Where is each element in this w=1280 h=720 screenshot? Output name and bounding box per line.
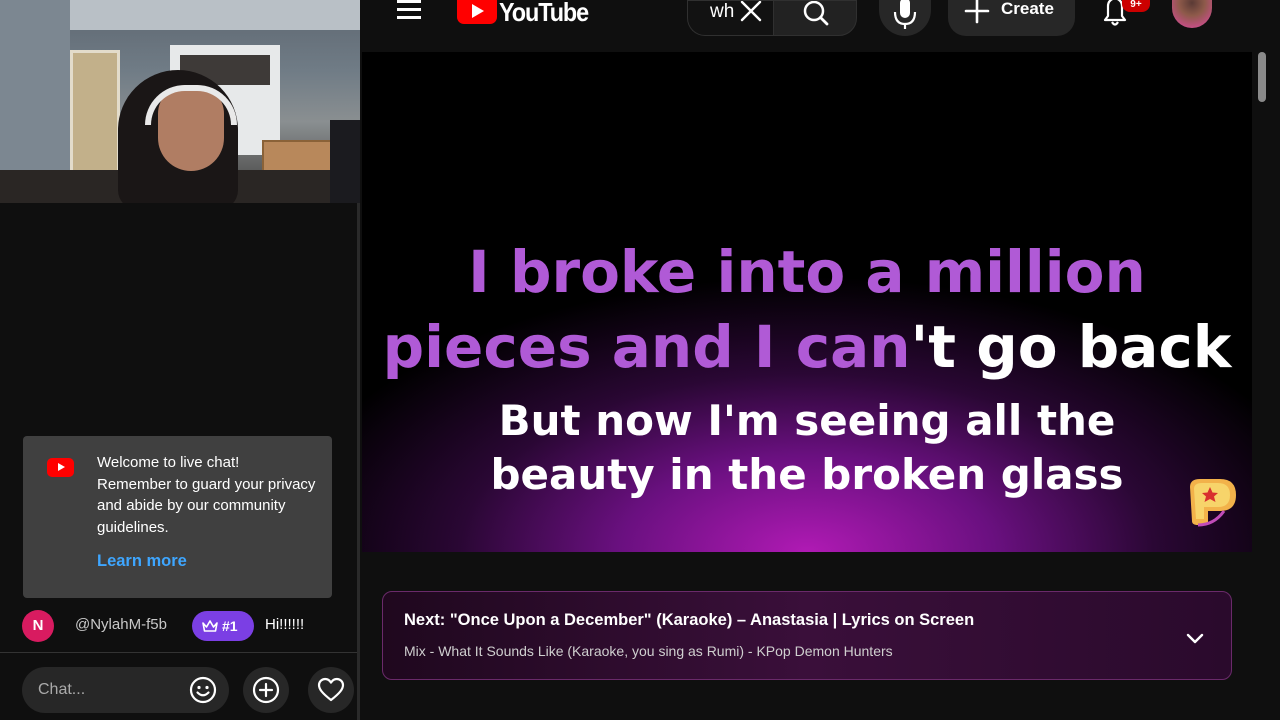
lyric-unsung: 't go back [910, 313, 1232, 381]
clear-icon[interactable] [738, 1, 764, 23]
channel-watermark-icon [1190, 479, 1236, 527]
voice-search-button[interactable] [879, 0, 931, 36]
chat-area: Welcome to live chat! Remember to guard … [0, 203, 360, 720]
scrollbar[interactable] [1258, 52, 1266, 102]
add-button[interactable] [243, 667, 289, 713]
video-player[interactable]: I broke into a million pieces and I can'… [362, 52, 1252, 552]
search-icon [803, 1, 829, 26]
create-button[interactable]: Create [948, 0, 1075, 36]
lyric-line: I broke into a million [468, 238, 1146, 306]
divider [0, 652, 357, 653]
up-next-card[interactable]: Next: "Once Upon a December" (Karaoke) –… [382, 591, 1232, 680]
watch-page: YouTube wh Create 9+ I broke into a mill… [362, 0, 1280, 720]
add-icon [252, 676, 280, 704]
chat-input[interactable] [38, 667, 178, 713]
search-query: wh [710, 1, 735, 22]
welcome-banner: Welcome to live chat! Remember to guard … [23, 436, 332, 598]
avatar[interactable]: N [22, 610, 54, 642]
mic-icon [893, 0, 917, 29]
rank-badge: #1 [192, 611, 254, 641]
webcam-feed [0, 0, 360, 203]
lyric-line: But now I'm seeing all the [498, 396, 1116, 445]
emoji-button[interactable] [180, 667, 226, 713]
rank-label: #1 [222, 618, 238, 634]
chevron-down-icon[interactable] [1183, 626, 1207, 650]
message-author[interactable]: @NylahM-f5b [75, 616, 167, 633]
live-chat-panel: Welcome to live chat! Remember to guard … [0, 0, 360, 720]
youtube-icon [47, 458, 74, 477]
lyric-line: beauty in the broken glass [490, 450, 1124, 499]
lyric-line: pieces and I can't go back [362, 310, 1252, 384]
account-avatar[interactable] [1172, 0, 1212, 28]
crown-icon [202, 620, 218, 632]
chat-message: N @NylahM-f5b #1 Hi!!!!!! [22, 610, 352, 642]
up-next-title: Next: "Once Upon a December" (Karaoke) –… [404, 611, 975, 629]
welcome-message: Welcome to live chat! Remember to guard … [97, 454, 316, 536]
logo-text: YouTube [499, 0, 589, 27]
youtube-logo[interactable]: YouTube [457, 0, 589, 28]
plus-icon [964, 0, 990, 24]
search-button[interactable] [773, 0, 857, 36]
youtube-logo-icon [457, 0, 497, 24]
top-bar: YouTube wh Create 9+ [362, 0, 1280, 52]
notifications-button[interactable]: 9+ [1099, 0, 1150, 30]
lyric-sung: pieces and I can [382, 313, 911, 381]
up-next-subtitle: Mix - What It Sounds Like (Karaoke, you … [404, 643, 893, 659]
notification-badge: 9+ [1122, 0, 1150, 12]
create-label: Create [1001, 0, 1054, 18]
heart-icon [317, 677, 345, 702]
message-text: Hi!!!!!! [265, 616, 305, 633]
search-input[interactable]: wh [687, 0, 773, 36]
menu-button[interactable] [392, 0, 426, 24]
heart-button[interactable] [308, 667, 354, 713]
emoji-icon [189, 676, 217, 704]
learn-more-link[interactable]: Learn more [97, 552, 187, 571]
